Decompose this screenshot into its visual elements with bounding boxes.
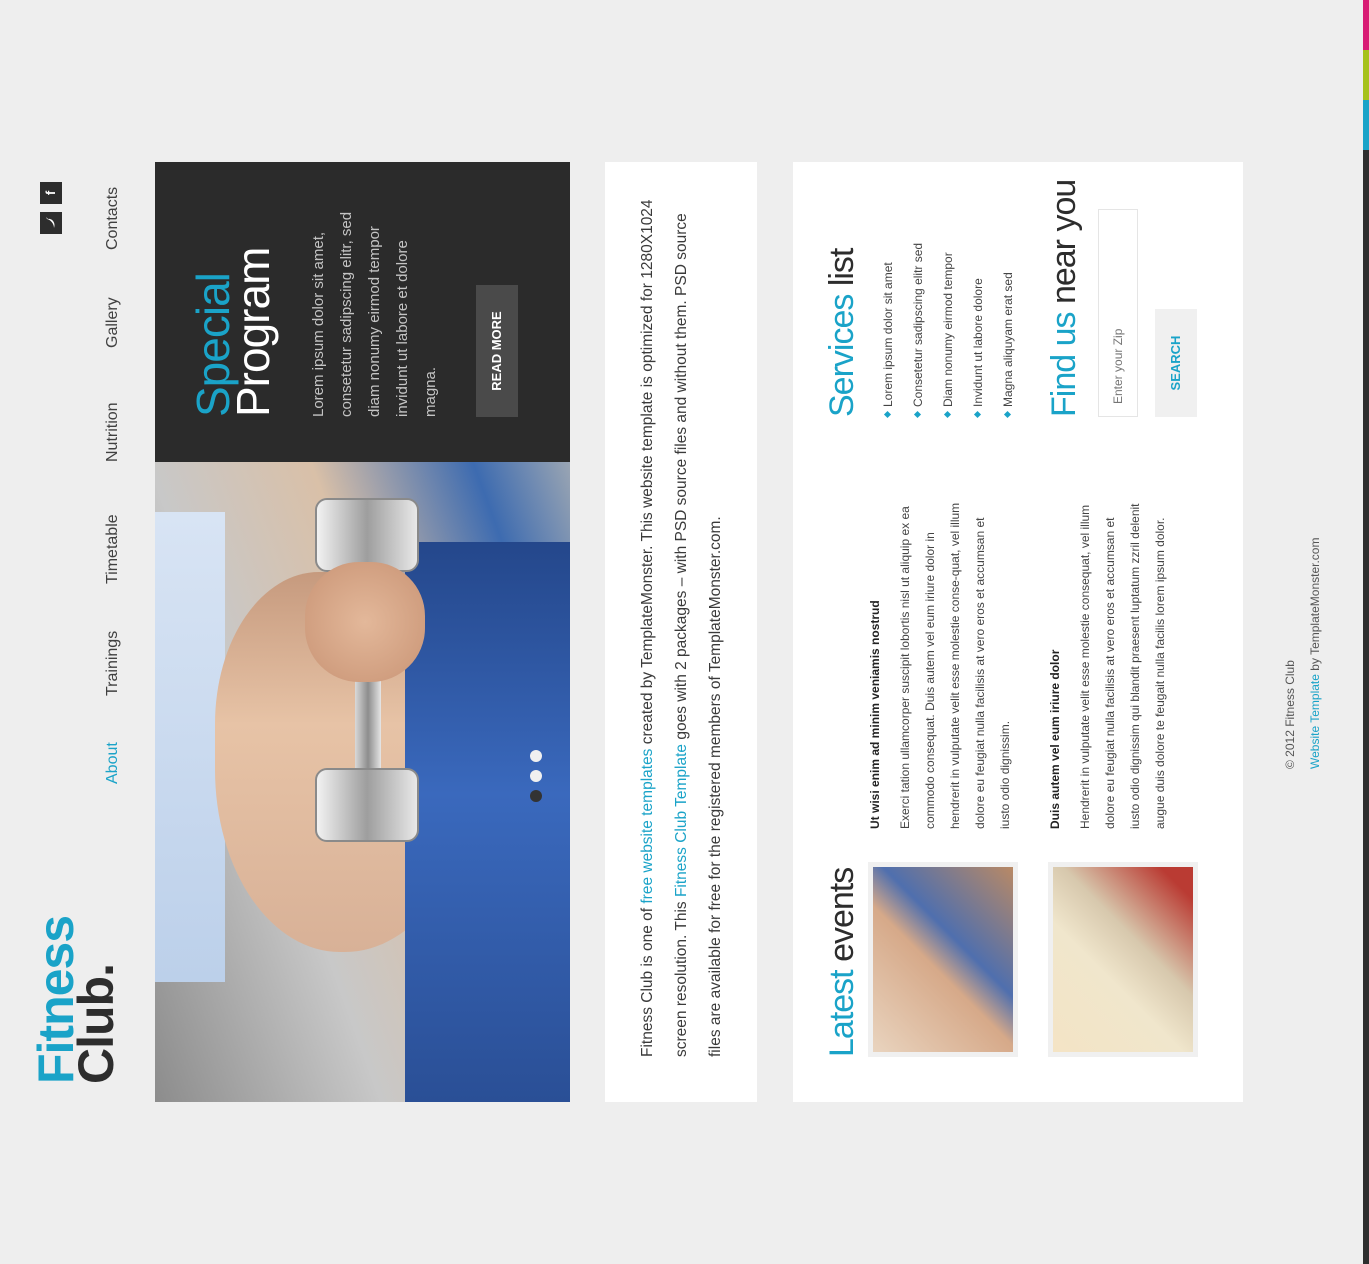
slider-dot-1[interactable] bbox=[530, 790, 542, 802]
event-title[interactable]: Duis autem vel eum iriure dolor bbox=[1048, 509, 1062, 829]
nav-item-trainings[interactable]: Trainings bbox=[104, 631, 122, 696]
fitness-club-template-link[interactable]: Fitness Club Template bbox=[673, 744, 690, 897]
slide-photo-dumbbell bbox=[155, 462, 570, 1102]
photo-hand bbox=[305, 562, 425, 682]
read-more-button[interactable]: READ MORE bbox=[476, 285, 518, 417]
services-list: Lorem ipsum dolor sit amet Consetetur sa… bbox=[873, 177, 1023, 419]
services-heading-accent: Services bbox=[823, 294, 861, 417]
service-list-item[interactable]: Magna aliquyam erat sed bbox=[993, 177, 1023, 419]
service-label: Magna aliquyam erat sed bbox=[1001, 272, 1015, 407]
event-item: Ut wisi enim ad minim veniamis nostrud E… bbox=[868, 503, 1018, 1057]
slide-caption-panel: Special Program Lorem ipsum dolor sit am… bbox=[155, 162, 570, 462]
event-photo-yoga bbox=[873, 867, 1013, 1052]
service-list-item[interactable]: Diam nonumy eirmod tempor bbox=[933, 177, 963, 419]
bullet-icon bbox=[943, 410, 952, 419]
service-label: Consetetur sadipscing elitr sed bbox=[911, 242, 925, 407]
service-label: Lorem ipsum dolor sit amet bbox=[881, 262, 895, 407]
latest-events-heading-accent: Latest bbox=[823, 970, 861, 1057]
service-list-item[interactable]: Invidunt ut labore dolore bbox=[963, 177, 993, 419]
twitter-icon[interactable] bbox=[40, 212, 62, 234]
event-photo-fitball bbox=[1053, 867, 1193, 1052]
service-list-item[interactable]: Consetetur sadipscing elitr sed bbox=[903, 177, 933, 419]
footer-credit-rest: by TemplateMonster.com bbox=[1308, 537, 1322, 675]
page-canvas: Fitness Club. About Trainings Timetable … bbox=[0, 0, 1369, 1264]
free-templates-link[interactable]: free website templates bbox=[639, 749, 656, 904]
footer-credit: Website Template by TemplateMonster.com bbox=[1303, 269, 1328, 769]
bullet-icon bbox=[913, 410, 922, 419]
event-item: Duis autem vel eum iriure dolor Hendreri… bbox=[1048, 503, 1198, 1057]
hero-slider: Special Program Lorem ipsum dolor sit am… bbox=[155, 162, 570, 1102]
services-heading-rest: list bbox=[823, 248, 861, 295]
nav-item-gallery[interactable]: Gallery bbox=[104, 297, 122, 348]
nav-item-timetable[interactable]: Timetable bbox=[104, 514, 122, 584]
service-label: Invidunt ut labore dolore bbox=[971, 278, 985, 407]
footer: © 2012 Fitness Club Website Template by … bbox=[1278, 269, 1328, 769]
bullet-icon bbox=[1003, 410, 1012, 419]
latest-events-heading-rest: events bbox=[823, 867, 861, 971]
event-title[interactable]: Ut wisi enim ad minim veniamis nostrud bbox=[868, 509, 882, 829]
photo-dumbbell-weight bbox=[315, 498, 419, 572]
find-us-heading-rest: near you bbox=[1045, 179, 1083, 313]
zip-input[interactable] bbox=[1098, 209, 1138, 417]
slide-title: Special Program bbox=[187, 177, 279, 417]
event-thumbnail[interactable] bbox=[1048, 862, 1198, 1057]
color-stripe-green bbox=[1363, 50, 1369, 100]
services-list-heading: Services list bbox=[823, 249, 862, 417]
color-stripe-dark bbox=[1363, 150, 1369, 1264]
facebook-icon[interactable]: f bbox=[40, 182, 62, 204]
event-text: Hendrerit in vulputate velit esse molest… bbox=[1078, 503, 1167, 829]
color-stripe-blue bbox=[1363, 100, 1369, 150]
slide-title-main: Program bbox=[227, 247, 279, 417]
nav-item-nutrition[interactable]: Nutrition bbox=[104, 402, 122, 462]
slide-text: Lorem ipsum dolor sit amet, consetetur s… bbox=[310, 211, 439, 417]
site-logo[interactable]: Fitness Club. bbox=[28, 916, 124, 1084]
copyright-text: © 2012 Fitness Club bbox=[1283, 660, 1297, 769]
slider-dot-2[interactable] bbox=[530, 770, 542, 782]
search-button[interactable]: SEARCH bbox=[1155, 309, 1197, 417]
nav-item-about[interactable]: About bbox=[104, 742, 122, 784]
color-stripe-pink bbox=[1363, 0, 1369, 50]
service-label: Diam nonumy eirmod tempor bbox=[941, 252, 955, 407]
event-text: Exerci tation ullamcorper suscipit lobor… bbox=[898, 502, 1012, 829]
intro-text: Fitness Club is one of free website temp… bbox=[631, 197, 733, 1057]
intro-text-part: Fitness Club is one of bbox=[639, 903, 656, 1057]
website-template-link[interactable]: Website Template bbox=[1308, 674, 1322, 769]
twitter-bird-glyph bbox=[46, 217, 55, 228]
find-us-heading-accent: Find us bbox=[1045, 312, 1083, 418]
service-list-item[interactable]: Lorem ipsum dolor sit amet bbox=[873, 177, 903, 419]
content-box: Latest events Ut wisi enim ad minim veni… bbox=[793, 162, 1243, 1102]
photo-shorts bbox=[405, 542, 570, 1102]
photo-dumbbell-weight bbox=[315, 768, 419, 842]
bullet-icon bbox=[883, 410, 892, 419]
nav-item-contacts[interactable]: Contacts bbox=[104, 187, 122, 250]
bullet-icon bbox=[973, 410, 982, 419]
slider-dot-3[interactable] bbox=[530, 750, 542, 762]
latest-events-heading: Latest events bbox=[823, 868, 862, 1057]
find-us-heading: Find us near you bbox=[1045, 180, 1084, 417]
intro-box: Fitness Club is one of free website temp… bbox=[605, 162, 757, 1102]
event-thumbnail[interactable] bbox=[868, 862, 1018, 1057]
